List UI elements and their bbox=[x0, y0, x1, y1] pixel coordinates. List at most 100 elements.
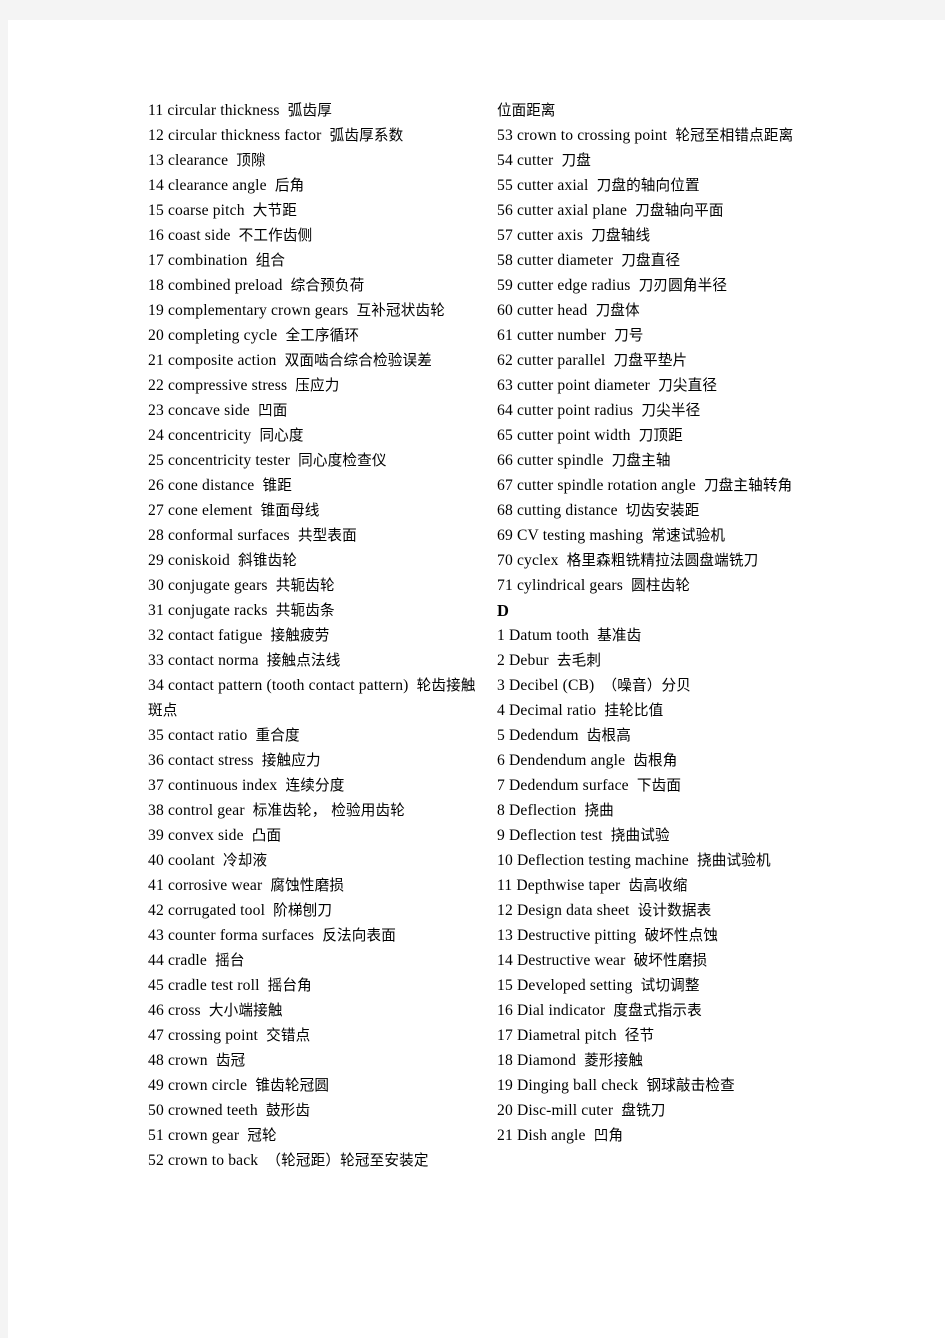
entry-number: 49 bbox=[148, 1077, 164, 1094]
entry-number: 19 bbox=[148, 302, 164, 319]
entry-number: 12 bbox=[497, 902, 513, 919]
entry-gap bbox=[620, 877, 628, 894]
entry-term-chinese: 锥齿轮冠圆 bbox=[255, 1077, 330, 1094]
entry-term-english: Developed setting bbox=[516, 977, 633, 994]
glossary-entry: 58 cutter diameter 刀盘直径 bbox=[497, 248, 837, 273]
entry-number: 10 bbox=[497, 852, 513, 869]
entry-term-chinese: 交错点 bbox=[266, 1027, 311, 1044]
entry-term-chinese: 刀尖直径 bbox=[658, 377, 718, 394]
section-heading: D bbox=[497, 601, 509, 620]
glossary-entry: 28 conformal surfaces 共型表面 bbox=[148, 523, 478, 548]
entry-term-english: crown circle bbox=[167, 1077, 248, 1094]
glossary-entry: 54 cutter 刀盘 bbox=[497, 148, 837, 173]
entry-term-english: coarse pitch bbox=[167, 202, 245, 219]
glossary-entry: 4 Decimal ratio 挂轮比值 bbox=[497, 698, 837, 723]
entry-term-english: cutter bbox=[516, 152, 554, 169]
entry-gap bbox=[594, 677, 602, 694]
entry-term-english: crowned teeth bbox=[167, 1102, 258, 1119]
entry-number: 20 bbox=[148, 327, 164, 344]
entry-term-english: crown to back bbox=[167, 1152, 259, 1169]
glossary-entry: 36 contact stress 接触应力 bbox=[148, 748, 478, 773]
entry-gap bbox=[244, 827, 252, 844]
glossary-entry: 27 cone element 锥面母线 bbox=[148, 498, 478, 523]
glossary-entry: 14 Destructive wear 破坏性磨损 bbox=[497, 948, 837, 973]
entry-term-english: cradle bbox=[167, 952, 207, 969]
entry-term-chinese: 刀号 bbox=[614, 327, 644, 344]
entry-term-english: concentricity tester bbox=[167, 452, 291, 469]
entry-term-chinese: 腐蚀性磨损 bbox=[270, 877, 345, 894]
entry-term-chinese: 顶隙 bbox=[236, 152, 266, 169]
entry-number: 11 bbox=[148, 102, 164, 119]
glossary-entry: 50 crowned teeth 鼓形齿 bbox=[148, 1098, 478, 1123]
entry-number: 68 bbox=[497, 502, 513, 519]
entry-number: 32 bbox=[148, 627, 164, 644]
glossary-entry: 34 contact pattern (tooth contact patter… bbox=[148, 673, 478, 723]
entry-number: 37 bbox=[148, 777, 164, 794]
entry-number: 42 bbox=[148, 902, 164, 919]
entry-term-chinese: 阶梯刨刀 bbox=[273, 902, 333, 919]
entry-gap bbox=[631, 427, 639, 444]
entry-number: 11 bbox=[497, 877, 513, 894]
glossary-entry: 65 cutter point width 刀顶距 bbox=[497, 423, 837, 448]
entry-term-english: compressive stress bbox=[167, 377, 288, 394]
glossary-entry: 44 cradle 摇台 bbox=[148, 948, 478, 973]
entry-term-english: cone distance bbox=[167, 477, 255, 494]
entry-term-chinese: 径节 bbox=[624, 1027, 655, 1044]
entry-term-english: Dinging ball check bbox=[516, 1077, 639, 1094]
entry-number: 25 bbox=[148, 452, 164, 469]
entry-term-chinese: 去毛刺 bbox=[556, 652, 602, 669]
entry-number: 28 bbox=[148, 527, 164, 544]
entry-term-chinese: 接触疲劳 bbox=[270, 627, 330, 644]
entry-term-chinese: 组合 bbox=[255, 252, 286, 269]
glossary-entry: 7 Dedendum surface 下齿面 bbox=[497, 773, 837, 798]
glossary-entry: 61 cutter number 刀号 bbox=[497, 323, 837, 348]
entry-term-english: crown gear bbox=[167, 1127, 240, 1144]
glossary-entry: 71 cylindrical gears 圆柱齿轮 bbox=[497, 573, 837, 598]
entry-number: 40 bbox=[148, 852, 164, 869]
entry-number: 7 bbox=[497, 777, 505, 794]
entry-term-chinese: 刀盘的轴向位置 bbox=[596, 177, 700, 194]
entry-number: 62 bbox=[497, 352, 513, 369]
entry-term-english: Diametral pitch bbox=[516, 1027, 617, 1044]
entry-number: 15 bbox=[148, 202, 164, 219]
entry-number: 56 bbox=[497, 202, 513, 219]
entry-term-chinese: 齿根高 bbox=[586, 727, 631, 744]
entry-term-chinese: 刀盘主轴转角 bbox=[703, 477, 793, 494]
glossary-entry: 5 Dedendum 齿根高 bbox=[497, 723, 837, 748]
entry-term-chinese: 凸面 bbox=[251, 827, 282, 844]
glossary-entry: 24 concentricity 同心度 bbox=[148, 423, 478, 448]
glossary-column-right: 位面距离 53 crown to crossing point 轮冠至相错点距离 5… bbox=[497, 98, 837, 1148]
document-page: 11 circular thickness 弧齿厚 12 circular thi… bbox=[8, 20, 945, 1338]
entry-gap bbox=[630, 902, 638, 919]
glossary-entry: 2 Debur 去毛刺 bbox=[497, 648, 837, 673]
entry-term-chinese: 鼓形齿 bbox=[265, 1102, 311, 1119]
entry-gap bbox=[201, 1002, 209, 1019]
entry-number: 45 bbox=[148, 977, 164, 994]
entry-gap bbox=[267, 177, 275, 194]
entry-term-english: control gear bbox=[167, 802, 245, 819]
entry-gap bbox=[631, 277, 639, 294]
entry-term-english: cutter point diameter bbox=[516, 377, 651, 394]
entry-term-english: cone element bbox=[167, 502, 253, 519]
entry-gap bbox=[258, 1102, 266, 1119]
glossary-entry: 22 compressive stress 压应力 bbox=[148, 373, 478, 398]
entry-gap bbox=[268, 577, 276, 594]
glossary-entry: 13 Destructive pitting 破坏性点蚀 bbox=[497, 923, 837, 948]
entry-term-chinese: 破坏性磨损 bbox=[633, 952, 708, 969]
entry-term-chinese: 冠轮 bbox=[247, 1127, 277, 1144]
glossary-entry: 53 crown to crossing point 轮冠至相错点距离 bbox=[497, 123, 837, 148]
entry-gap bbox=[606, 327, 614, 344]
entry-term-english: Dedendum bbox=[509, 727, 579, 744]
entry-gap bbox=[260, 977, 268, 994]
entry-term-chinese: 重合度 bbox=[255, 727, 300, 744]
entry-gap bbox=[280, 102, 288, 119]
entry-term-chinese: 下齿面 bbox=[636, 777, 682, 794]
entry-term-english: cutter number bbox=[516, 327, 606, 344]
entry-gap bbox=[603, 827, 611, 844]
entry-number: 67 bbox=[497, 477, 513, 494]
glossary-entry: 12 Design data sheet 设计数据表 bbox=[497, 898, 837, 923]
entry-number: 51 bbox=[148, 1127, 164, 1144]
entry-number: 35 bbox=[148, 727, 164, 744]
glossary-entry: 8 Deflection 挠曲 bbox=[497, 798, 837, 823]
entry-term-english: contact pattern (tooth contact pattern) bbox=[167, 677, 409, 694]
